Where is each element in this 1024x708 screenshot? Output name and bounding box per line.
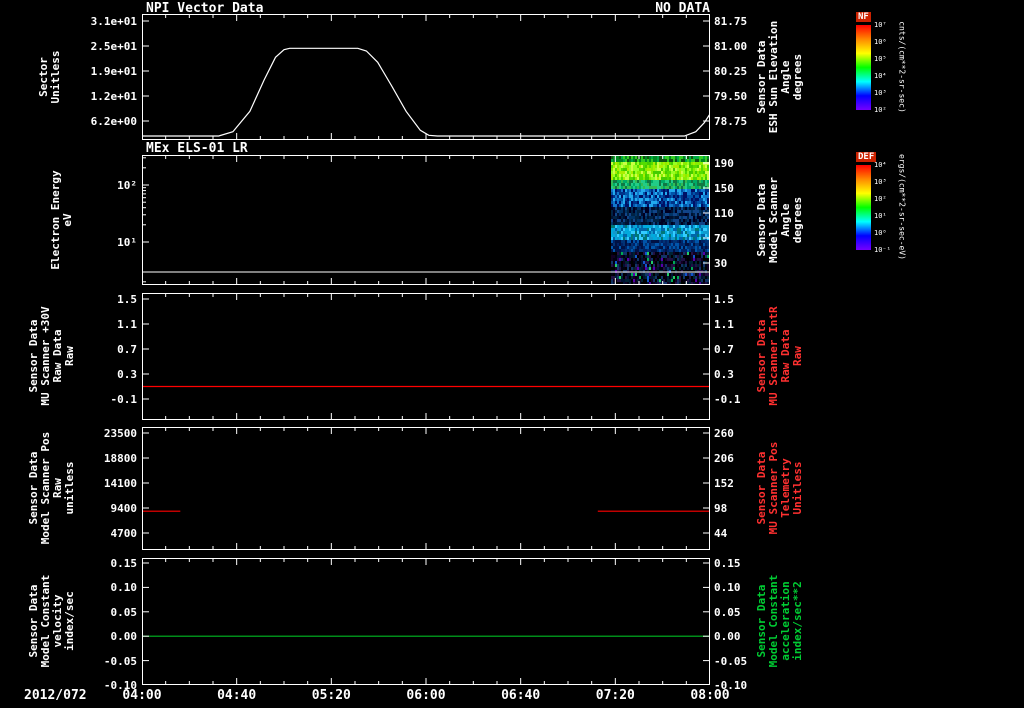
x-tick-label: 06:40 xyxy=(501,688,541,703)
y-tick-label-right: -0.05 xyxy=(714,654,748,668)
y-tick-label-left: 1.2e+01 xyxy=(90,90,137,103)
colorbar-nf-gradient xyxy=(856,25,871,110)
y-tick-label-left: 10¹ xyxy=(117,236,137,249)
colorbar-def: DEF ergs/(cm**2-sr-sec-eV) xyxy=(856,152,926,260)
y-tick-label-left: 4700 xyxy=(110,527,138,540)
colorbar-def-gradient xyxy=(856,165,871,250)
x-tick-label: 07:20 xyxy=(595,688,635,703)
panel2-title: MEx ELS-01 LR xyxy=(146,141,248,156)
y-tick-label-right: 110 xyxy=(714,207,734,220)
y-tick-label-left: 9400 xyxy=(110,502,138,515)
y-tick-label-right: 0.10 xyxy=(714,581,741,595)
panel-2-plot xyxy=(142,155,710,285)
y-tick-label-right: 98 xyxy=(714,502,728,515)
colorbar-tick-label: 10² xyxy=(874,195,887,203)
y-tick-label-left: 3.1e+01 xyxy=(90,15,137,28)
colorbar-tick-label: 10⁰ xyxy=(874,229,887,237)
y-tick-label-left: 1.5 xyxy=(117,293,137,306)
y-tick-label-right: 150 xyxy=(714,182,734,195)
colorbar-tick-label: 10⁴ xyxy=(874,161,887,169)
y-tick-label-right: 81.75 xyxy=(714,15,748,28)
y-tick-label-right: 0.15 xyxy=(714,557,741,570)
colorbar-tick-label: 10⁴ xyxy=(874,72,887,80)
y-tick-label-left: 0.3 xyxy=(117,368,137,381)
y-tick-label-right: 0.3 xyxy=(714,368,734,381)
y-tick-label-left: 6.2e+00 xyxy=(90,115,137,128)
colorbar-tick-label: 10³ xyxy=(874,89,887,97)
y-tick-label-right: 0.05 xyxy=(714,605,741,619)
y-tick-label-right: 80.25 xyxy=(714,65,748,78)
y-tick-label-right: 44 xyxy=(714,527,728,540)
y-tick-label-left: 0.10 xyxy=(110,581,138,595)
y-tick-label-right: 30 xyxy=(714,257,728,270)
y-tick-label-right: 260 xyxy=(714,427,734,440)
y-tick-label-left: -0.1 xyxy=(110,393,138,406)
y-tick-label-right: 206 xyxy=(714,452,734,465)
colorbar-def-unit-label: ergs/(cm**2-sr-sec-eV) xyxy=(897,154,907,260)
x-tick-label: 08:00 xyxy=(690,688,730,703)
y-tick-label-right: -0.1 xyxy=(714,393,741,406)
colorbar-tick-label: 10³ xyxy=(874,178,887,186)
y-tick-label-right: 190 xyxy=(714,157,734,170)
y-tick-label-right: 0.7 xyxy=(714,343,734,356)
y-tick-label-left: 14100 xyxy=(103,477,137,490)
y-tick-label-right: 152 xyxy=(714,477,734,490)
x-tick-label: 04:40 xyxy=(217,688,257,703)
y-tick-label-right: 79.50 xyxy=(714,90,748,103)
aspera-quicklook-display: NPI Vector Data NO DATA MEx ELS-01 LR Se… xyxy=(0,0,1024,708)
panel-1-plot xyxy=(142,14,710,140)
x-tick-label: 06:00 xyxy=(406,688,446,703)
y-tick-label-left: 0.7 xyxy=(117,343,137,356)
colorbar-tick-label: 10² xyxy=(874,106,887,114)
colorbar-nf: NF cnts/(cm**2-sr-sec) xyxy=(856,12,926,113)
y-tick-label-right: 78.75 xyxy=(714,115,748,128)
y-tick-label-right: 70 xyxy=(714,232,728,245)
y-tick-label-left: 18800 xyxy=(103,452,137,465)
y-tick-label-right: 1.5 xyxy=(714,293,734,306)
y-tick-label-left: 0.00 xyxy=(110,630,138,644)
colorbar-tick-label: 10⁵ xyxy=(874,55,887,63)
panel-3-plot xyxy=(142,293,710,420)
y-tick-label-left: 1.1 xyxy=(117,318,137,331)
y-tick-label-left: -0.05 xyxy=(103,654,137,668)
y-tick-label-left: 23500 xyxy=(103,427,137,440)
x-tick-label: 04:00 xyxy=(122,688,162,703)
colorbar-tick-label: 10⁷ xyxy=(874,21,887,29)
y-tick-label-left: 10² xyxy=(117,179,137,192)
y-tick-label-left: 0.05 xyxy=(110,605,138,619)
panel-5-plot xyxy=(142,558,710,685)
y-tick-label-right: 1.1 xyxy=(714,318,734,331)
colorbar-tick-label: 10⁻¹ xyxy=(874,246,891,254)
colorbar-nf-title: NF xyxy=(856,12,871,22)
x-tick-label: 05:20 xyxy=(311,688,351,703)
colorbar-tick-label: 10¹ xyxy=(874,212,887,220)
colorbar-tick-label: 10⁶ xyxy=(874,38,887,46)
y-tick-label-left: 2.5e+01 xyxy=(90,40,137,53)
y-tick-label-right: 0.00 xyxy=(714,630,741,644)
colorbar-nf-unit-label: cnts/(cm**2-sr-sec) xyxy=(897,21,907,113)
y-tick-label-left: 1.9e+01 xyxy=(90,65,137,78)
panel-4-plot xyxy=(142,427,710,550)
y-tick-label-right: 81.00 xyxy=(714,40,748,53)
y-tick-label-left: 0.15 xyxy=(110,557,138,570)
